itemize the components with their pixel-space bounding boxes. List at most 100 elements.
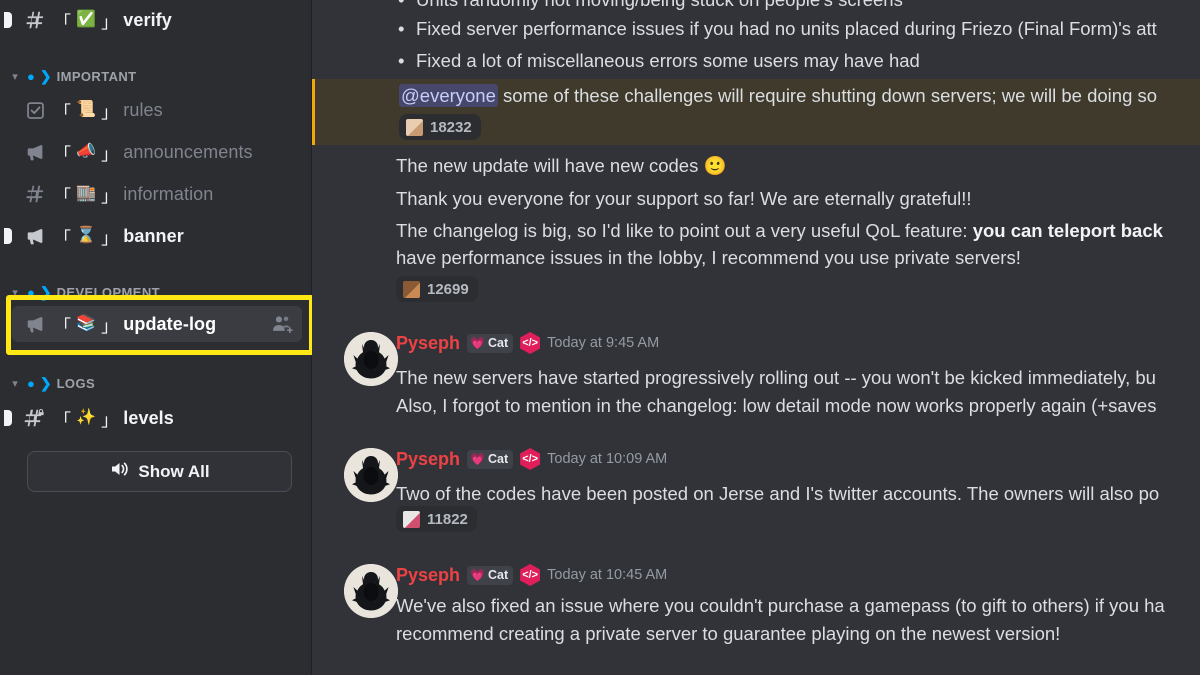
scroll-emoji: 📜 (76, 101, 97, 118)
category-label: IMPORTANT (56, 68, 137, 84)
channel-label: levels (123, 407, 174, 428)
bracket-close-decoration: 」 (101, 144, 119, 164)
message-text: Two of the codes have been posted on Jer… (396, 483, 1160, 504)
sidebar-item-verify[interactable]: 「✅」 verify (4, 2, 302, 38)
message-row: Fixed server performance issues if you h… (312, 15, 1200, 42)
add-member-icon[interactable] (272, 314, 294, 334)
everyone-mention[interactable]: @everyone (399, 84, 498, 107)
custom-white-emoji (403, 510, 420, 528)
channel-sidebar[interactable]: ▾ ● ❯ IMPORTANT ▾ ● ❯ DEVELOPMENT ▾ ● ❯ LOGS 「✅」 veri… (0, 0, 312, 675)
department-store-emoji: 🏬 (76, 185, 97, 202)
sidebar-item-information[interactable]: 「🏬」 information (12, 176, 302, 212)
role-badge-label: Cat (487, 568, 509, 582)
code-badge-icon[interactable]: </> (520, 332, 541, 354)
bracket-open-decoration: 「 (54, 144, 72, 164)
role-badge-cat[interactable]: 💗 Cat (467, 449, 514, 469)
message-text: Fixed a lot of miscellaneous errors some… (312, 47, 1200, 74)
show-all-label: Show All (138, 461, 210, 481)
code-badge-icon[interactable]: </> (520, 564, 541, 586)
category-development[interactable]: ▾ ● ❯ DEVELOPMENT (8, 280, 160, 304)
sidebar-item-announcements[interactable]: 「📣」 announcements (12, 134, 302, 170)
message-text: Also, I forgot to mention in the changel… (396, 395, 1157, 416)
message-timestamp: Today at 9:45 AM (547, 335, 660, 351)
discord-app-window: ▾ ● ❯ IMPORTANT ▾ ● ❯ DEVELOPMENT ▾ ● ❯ LOGS 「✅」 veri… (0, 0, 1200, 675)
bracket-close-decoration: 」 (101, 186, 119, 206)
custom-beige-emoji (406, 118, 423, 136)
message-row: Two of the codes have been posted on Jer… (312, 480, 1200, 507)
channel-name: 「✨」 levels (54, 406, 174, 431)
role-badge-cat[interactable]: 💗 Cat (467, 565, 514, 585)
hourglass-emoji: ⌛ (76, 227, 97, 244)
message-text: Fixed server performance issues if you h… (312, 15, 1200, 42)
message-text: Thank you everyone for your support so f… (396, 188, 972, 209)
message-row: Units randomly not moving/being stuck on… (312, 0, 1200, 13)
channel-name: 「🏬」 information (54, 182, 213, 207)
message-row: Fixed a lot of miscellaneous errors some… (312, 47, 1200, 74)
channel-label: announcements (123, 141, 253, 162)
message-text: The new update will have new codes 🙂 (396, 155, 727, 176)
megaphone-icon (22, 141, 48, 163)
reaction-pill[interactable]: 18232 (399, 114, 481, 140)
category-dot-icon: ● (27, 68, 35, 84)
sidebar-item-update-log[interactable]: 「📚」 update-log (12, 306, 302, 342)
role-badge-label: Cat (487, 452, 509, 466)
hash-icon (22, 9, 48, 31)
message-text: The changelog is big, so I'd like to poi… (396, 220, 1163, 241)
hash-lock-icon (22, 407, 48, 429)
message-header: Pyseph 💗 Cat </> Today at 9:45 AM (396, 332, 659, 354)
heart-icon: 💗 (470, 452, 485, 466)
reaction-count: 12699 (427, 280, 469, 298)
bracket-open-decoration: 「 (54, 228, 72, 248)
channel-label: update-log (123, 313, 217, 334)
heart-icon: 💗 (470, 568, 485, 582)
sidebar-item-banner[interactable]: 「⌛」 banner (4, 218, 302, 254)
reaction-pill[interactable]: 11822 (396, 506, 477, 532)
white-check-mark-emoji: ✅ (76, 11, 97, 28)
bracket-open-decoration: 「 (54, 186, 72, 206)
reaction-count: 18232 (430, 118, 472, 136)
reaction-row: 11822 (312, 506, 1200, 533)
username[interactable]: Pyseph (396, 565, 460, 586)
category-important[interactable]: ▾ ● ❯ IMPORTANT (8, 64, 137, 88)
message-timestamp: Today at 10:09 AM (547, 451, 668, 467)
bracket-open-decoration: 「 (54, 410, 72, 430)
show-all-button[interactable]: Show All (27, 451, 292, 492)
message-text: have performance issues in the lobby, I … (396, 247, 1021, 268)
mention-highlight-message[interactable]: @everyone some of these challenges will … (312, 79, 1200, 145)
hash-icon (22, 183, 48, 205)
message-row: We've also fixed an issue where you coul… (312, 592, 1200, 619)
sparkles-emoji: ✨ (76, 409, 97, 426)
message-row: The new servers have started progressive… (312, 364, 1200, 391)
chevron-down-icon: ▾ (12, 70, 18, 83)
message-text: @everyone some of these challenges will … (399, 84, 1158, 107)
category-logs[interactable]: ▾ ● ❯ LOGS (8, 371, 95, 395)
channel-name: 「⌛」 banner (54, 224, 184, 249)
message-row: have performance issues in the lobby, I … (312, 244, 1200, 271)
channel-name: 「📣」 announcements (54, 140, 253, 165)
bracket-open-decoration: 「 (54, 316, 72, 336)
username[interactable]: Pyseph (396, 449, 460, 470)
reaction-pill[interactable]: 12699 (396, 276, 478, 302)
category-dot-icon: ● (27, 284, 35, 300)
username[interactable]: Pyseph (396, 333, 460, 354)
message-text: Units randomly not moving/being stuck on… (312, 0, 1200, 13)
channel-name: 「📜」 rules (54, 98, 163, 123)
chevron-right-icon: ❯ (39, 374, 52, 391)
bracket-open-decoration: 「 (54, 102, 72, 122)
message-row: Also, I forgot to mention in the changel… (312, 392, 1200, 419)
heart-icon: 💗 (470, 336, 485, 350)
channel-label: banner (123, 225, 184, 246)
chevron-down-icon: ▾ (12, 377, 18, 390)
channel-label: rules (123, 99, 163, 120)
bracket-close-decoration: 」 (101, 410, 119, 430)
chevron-right-icon: ❯ (39, 67, 52, 84)
message-list[interactable]: Units randomly not moving/being stuck on… (312, 0, 1200, 675)
bracket-open-decoration: 「 (54, 12, 72, 32)
sidebar-item-rules[interactable]: 「📜」 rules (12, 92, 302, 128)
category-label: DEVELOPMENT (56, 284, 160, 300)
speaker-icon (109, 460, 129, 483)
sidebar-item-levels[interactable]: 「✨」 levels (4, 400, 302, 436)
role-badge-cat[interactable]: 💗 Cat (467, 333, 514, 353)
code-badge-icon[interactable]: </> (520, 448, 541, 470)
channel-name: 「📚」 update-log (54, 312, 216, 337)
